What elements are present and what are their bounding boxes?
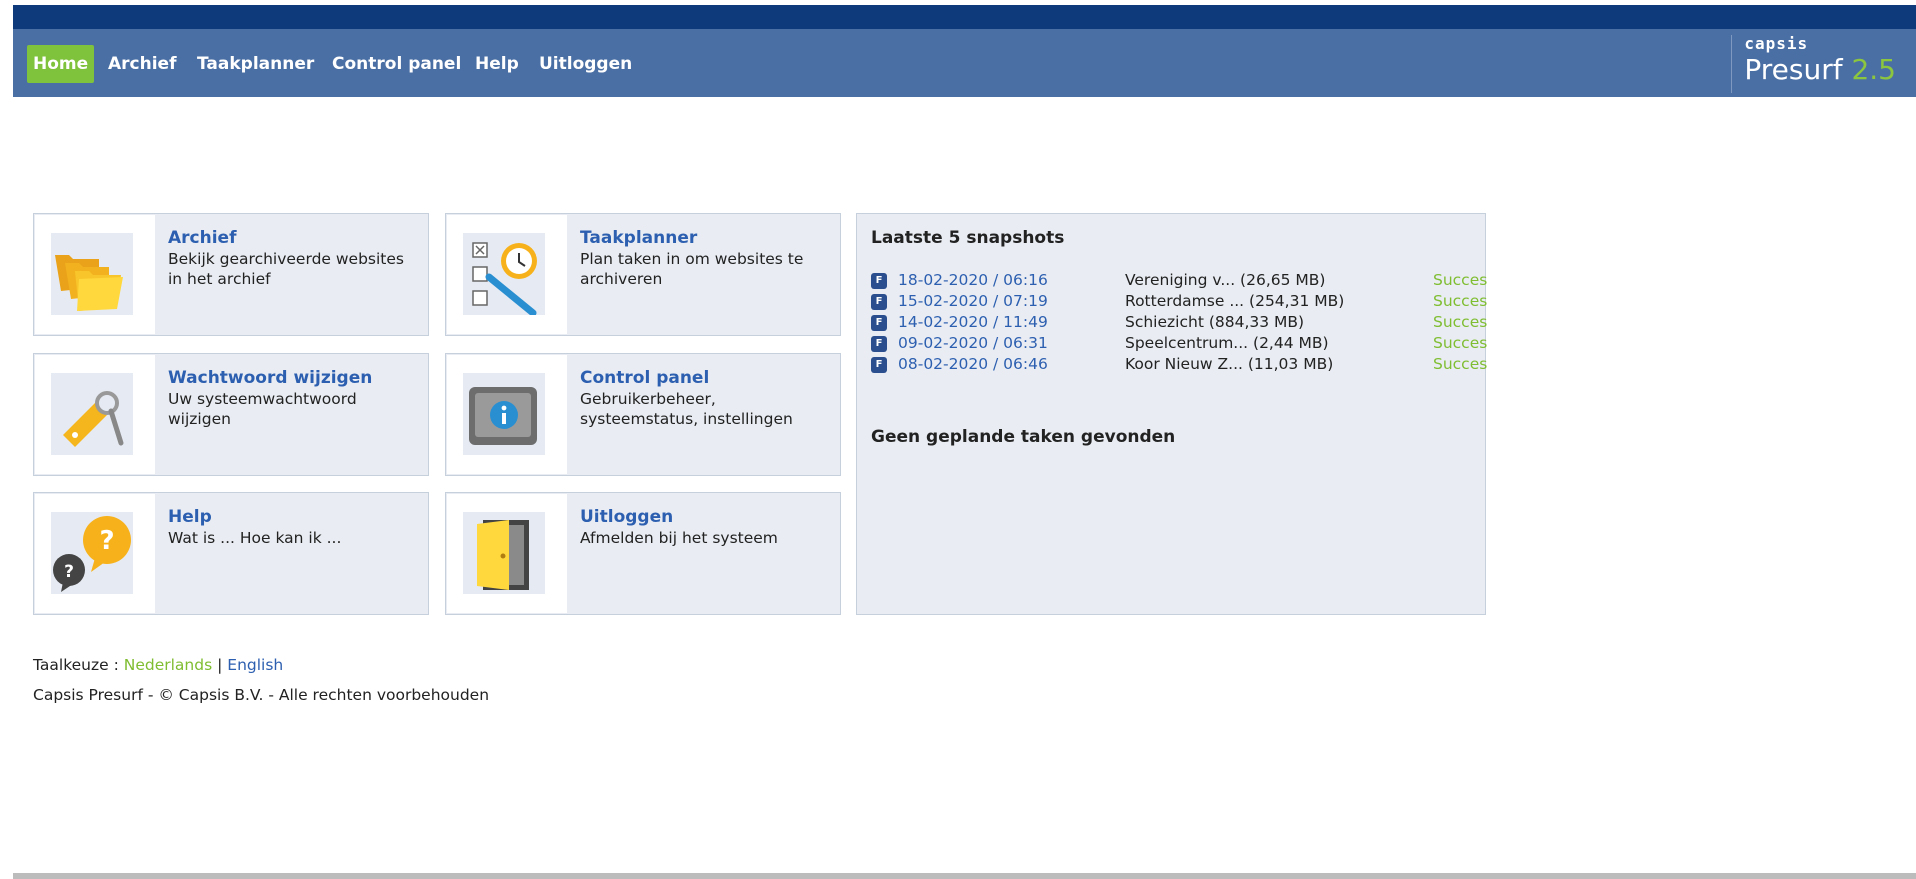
main-navbar: Home Archief Taakplanner Control panel H… xyxy=(13,29,1916,97)
tile-wachtwoord-title[interactable]: Wachtwoord wijzigen xyxy=(168,368,372,388)
snapshot-name: Rotterdamse ... (254,31 MB) xyxy=(1125,292,1345,310)
tile-archief-desc: Bekijk gearchiveerde websites in het arc… xyxy=(168,250,404,288)
snapshot-row: F 08-02-2020 / 06:46 Koor Nieuw Z... (11… xyxy=(871,355,1487,375)
snapshot-status: Succes xyxy=(1433,292,1488,310)
tile-taakplanner[interactable]: Taakplanner Plan taken in om websites te… xyxy=(445,213,841,336)
file-badge-icon: F xyxy=(871,294,887,310)
snapshot-name: Vereniging v... (26,65 MB) xyxy=(1125,271,1326,289)
language-separator: | xyxy=(217,656,223,674)
snapshot-row: F 09-02-2020 / 06:31 Speelcentrum... (2,… xyxy=(871,334,1487,354)
logo-product: Presurf 2.5 xyxy=(1744,53,1896,87)
top-strip xyxy=(13,5,1916,29)
tile-taakplanner-title[interactable]: Taakplanner xyxy=(580,228,697,248)
snapshot-name: Speelcentrum... (2,44 MB) xyxy=(1125,334,1329,352)
snapshot-row: F 14-02-2020 / 11:49 Schiezicht (884,33 … xyxy=(871,313,1487,333)
info-monitor-icon xyxy=(463,373,545,455)
snapshot-name: Koor Nieuw Z... (11,03 MB) xyxy=(1125,355,1334,373)
snapshot-date-link[interactable]: 09-02-2020 / 06:31 xyxy=(898,334,1048,352)
no-scheduled-tasks-text: Geen geplande taken gevonden xyxy=(871,427,1176,447)
tile-taakplanner-desc: Plan taken in om websites te archiveren xyxy=(580,250,804,288)
language-english-link[interactable]: English xyxy=(227,656,283,674)
key-icon xyxy=(51,373,133,455)
tile-icon-box xyxy=(447,215,567,334)
snapshot-date-link[interactable]: 15-02-2020 / 07:19 xyxy=(898,292,1048,310)
snapshot-row: F 15-02-2020 / 07:19 Rotterdamse ... (25… xyxy=(871,292,1487,312)
tile-wachtwoord-desc: Uw systeemwachtwoord wijzigen xyxy=(168,390,357,428)
nav-uitloggen[interactable]: Uitloggen xyxy=(533,45,638,83)
nav-control-panel[interactable]: Control panel xyxy=(326,45,467,83)
language-label: Taalkeuze : xyxy=(33,656,119,674)
tile-icon-box xyxy=(447,494,567,613)
snapshot-row: F 18-02-2020 / 06:16 Vereniging v... (26… xyxy=(871,271,1487,291)
snapshot-date-link[interactable]: 08-02-2020 / 06:46 xyxy=(898,355,1048,373)
task-planner-icon xyxy=(463,233,545,317)
file-badge-icon: F xyxy=(871,357,887,373)
tile-icon-box: ? ? xyxy=(35,494,155,613)
svg-text:?: ? xyxy=(99,526,114,556)
file-badge-icon: F xyxy=(871,273,887,289)
tile-archief[interactable]: Archief Bekijk gearchiveerde websites in… xyxy=(33,213,429,336)
logo-product-name: Presurf xyxy=(1744,53,1843,86)
tile-uitloggen-title[interactable]: Uitloggen xyxy=(580,507,673,527)
copyright-text: Capsis Presurf - © Capsis B.V. - Alle re… xyxy=(33,686,490,704)
help-bubbles-icon: ? ? xyxy=(51,512,133,594)
logo-brand: capsis xyxy=(1744,34,1809,53)
tile-icon-box xyxy=(35,215,155,334)
svg-text:?: ? xyxy=(64,562,74,582)
tile-icon-box xyxy=(35,355,155,474)
nav-home[interactable]: Home xyxy=(27,45,95,83)
language-selector: Taalkeuze : Nederlands | English xyxy=(33,656,283,674)
tile-control-panel-desc: Gebruikerbeheer, systeemstatus, instelli… xyxy=(580,390,793,428)
tile-control-panel[interactable]: Control panel Gebruikerbeheer, systeemst… xyxy=(445,353,841,476)
capsis-presurf-logo: capsis Presurf 2.5 xyxy=(1731,35,1896,93)
nav-archief[interactable]: Archief xyxy=(102,45,182,83)
tile-icon-box xyxy=(447,355,567,474)
snapshot-date-link[interactable]: 14-02-2020 / 11:49 xyxy=(898,313,1048,331)
tile-wachtwoord[interactable]: Wachtwoord wijzigen Uw systeemwachtwoord… xyxy=(33,353,429,476)
nav-help[interactable]: Help xyxy=(469,45,525,83)
tile-uitloggen-desc: Afmelden bij het systeem xyxy=(580,529,778,547)
tile-uitloggen[interactable]: Uitloggen Afmelden bij het systeem xyxy=(445,492,841,615)
tile-help-desc: Wat is ... Hoe kan ik ... xyxy=(168,529,342,547)
snapshot-status: Succes xyxy=(1433,355,1488,373)
tile-archief-title[interactable]: Archief xyxy=(168,228,236,248)
snapshot-date-link[interactable]: 18-02-2020 / 06:16 xyxy=(898,271,1048,289)
logo-version: 2.5 xyxy=(1851,53,1896,86)
language-nederlands-link[interactable]: Nederlands xyxy=(124,656,212,674)
file-badge-icon: F xyxy=(871,315,887,331)
snapshot-name: Schiezicht (884,33 MB) xyxy=(1125,313,1305,331)
bottom-bar xyxy=(13,873,1916,879)
snapshots-panel: Laatste 5 snapshots F 18-02-2020 / 06:16… xyxy=(856,213,1487,615)
file-badge-icon: F xyxy=(871,336,887,352)
folders-icon xyxy=(51,233,133,315)
snapshot-status: Succes xyxy=(1433,271,1488,289)
tile-help-title[interactable]: Help xyxy=(168,507,212,527)
snapshot-status: Succes xyxy=(1433,313,1488,331)
nav-taakplanner[interactable]: Taakplanner xyxy=(191,45,320,83)
snapshot-status: Succes xyxy=(1433,334,1488,352)
tile-control-panel-title[interactable]: Control panel xyxy=(580,368,709,388)
tile-help[interactable]: ? ? Help Wat is ... Hoe kan ik ... xyxy=(33,492,429,615)
snapshots-title: Laatste 5 snapshots xyxy=(871,228,1065,248)
door-icon xyxy=(463,512,545,594)
